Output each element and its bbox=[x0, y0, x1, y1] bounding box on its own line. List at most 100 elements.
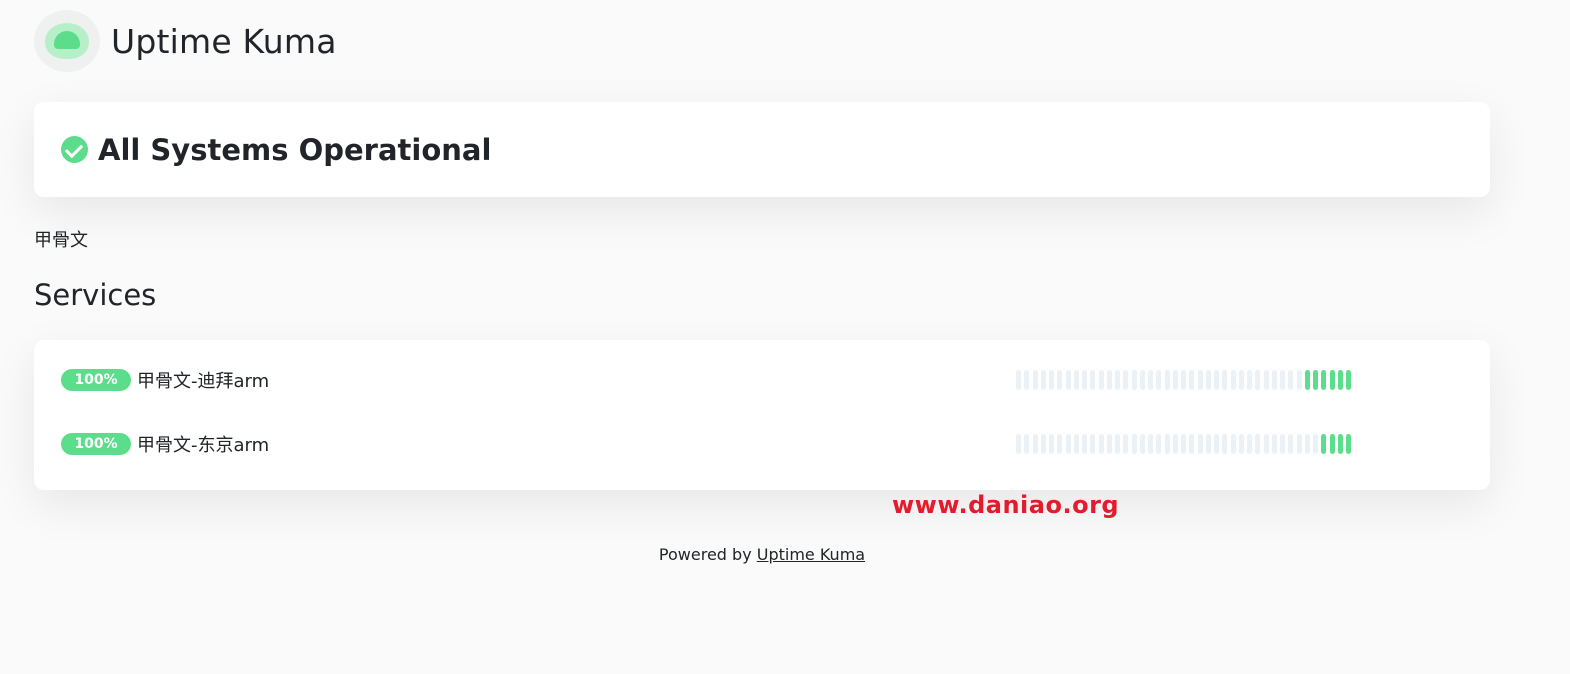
watermark-text: www.daniao.org bbox=[892, 491, 1120, 519]
heartbeat-up[interactable] bbox=[1313, 370, 1318, 390]
heartbeat-up[interactable] bbox=[1337, 434, 1343, 454]
services-section-title: Services bbox=[34, 278, 157, 312]
heartbeat-empty[interactable] bbox=[1016, 370, 1021, 390]
heartbeat-empty[interactable] bbox=[1271, 434, 1277, 454]
heartbeat-empty[interactable] bbox=[1288, 370, 1294, 390]
heartbeat-empty[interactable] bbox=[1280, 370, 1285, 390]
heartbeat-empty[interactable] bbox=[1131, 434, 1137, 454]
heartbeat-empty[interactable] bbox=[1205, 370, 1211, 390]
heartbeat-up[interactable] bbox=[1321, 434, 1327, 454]
heartbeat-empty[interactable] bbox=[1082, 370, 1087, 390]
heartbeat-up[interactable] bbox=[1337, 370, 1343, 390]
heartbeat-empty[interactable] bbox=[1090, 370, 1096, 390]
heartbeat-empty[interactable] bbox=[1040, 434, 1046, 454]
heartbeat-up[interactable] bbox=[1329, 370, 1335, 390]
heartbeat-empty[interactable] bbox=[1032, 370, 1038, 390]
overall-status-text: All Systems Operational bbox=[98, 132, 492, 167]
heartbeat-empty[interactable] bbox=[1073, 370, 1079, 390]
heartbeat-empty[interactable] bbox=[1280, 434, 1285, 454]
page-description: 甲骨文 bbox=[34, 230, 88, 251]
heartbeat-empty[interactable] bbox=[1172, 434, 1178, 454]
heartbeat-empty[interactable] bbox=[1131, 370, 1137, 390]
uptime-badge: 100% bbox=[61, 369, 131, 391]
monitor-row: 100% 甲骨文-东京arm bbox=[61, 431, 1461, 457]
check-circle-icon bbox=[61, 136, 88, 163]
heartbeat-empty[interactable] bbox=[1181, 434, 1186, 454]
heartbeat-empty[interactable] bbox=[1057, 434, 1063, 454]
heartbeat-empty[interactable] bbox=[1123, 434, 1129, 454]
heartbeat-empty[interactable] bbox=[1230, 434, 1236, 454]
monitor-name: 甲骨文-迪拜arm bbox=[137, 371, 270, 392]
heartbeat-empty[interactable] bbox=[1255, 434, 1261, 454]
heartbeat-empty[interactable] bbox=[1106, 370, 1112, 390]
heartbeat-empty[interactable] bbox=[1304, 434, 1310, 454]
heartbeat-empty[interactable] bbox=[1032, 434, 1038, 454]
heartbeat-empty[interactable] bbox=[1164, 434, 1170, 454]
heartbeat-empty[interactable] bbox=[1222, 370, 1228, 390]
heartbeat-empty[interactable] bbox=[1205, 434, 1211, 454]
heartbeat-empty[interactable] bbox=[1115, 434, 1120, 454]
heartbeat-empty[interactable] bbox=[1181, 370, 1186, 390]
heartbeat-empty[interactable] bbox=[1139, 370, 1145, 390]
heartbeat-empty[interactable] bbox=[1098, 434, 1104, 454]
heartbeat-up[interactable] bbox=[1329, 434, 1335, 454]
heartbeat-empty[interactable] bbox=[1238, 434, 1244, 454]
heartbeat-empty[interactable] bbox=[1049, 370, 1054, 390]
heartbeat-empty[interactable] bbox=[1073, 434, 1079, 454]
heartbeat-empty[interactable] bbox=[1263, 370, 1269, 390]
heartbeat-empty[interactable] bbox=[1189, 370, 1195, 390]
uptime-kuma-logo-icon[interactable] bbox=[34, 10, 100, 72]
footer-uptime-kuma-link[interactable]: Uptime Kuma bbox=[757, 545, 865, 564]
heartbeat-empty[interactable] bbox=[1255, 370, 1261, 390]
heartbeat-empty[interactable] bbox=[1230, 370, 1236, 390]
heartbeat-empty[interactable] bbox=[1238, 370, 1244, 390]
heartbeat-empty[interactable] bbox=[1098, 370, 1104, 390]
heartbeat-up[interactable] bbox=[1346, 370, 1351, 390]
heartbeat-up[interactable] bbox=[1346, 434, 1351, 454]
heartbeat-empty[interactable] bbox=[1049, 434, 1054, 454]
heartbeat-empty[interactable] bbox=[1065, 434, 1071, 454]
header: Uptime Kuma bbox=[34, 10, 337, 72]
heartbeat-empty[interactable] bbox=[1024, 370, 1030, 390]
heartbeat-empty[interactable] bbox=[1164, 370, 1170, 390]
heartbeat-empty[interactable] bbox=[1106, 434, 1112, 454]
app-title[interactable]: Uptime Kuma bbox=[111, 22, 337, 61]
heartbeat-empty[interactable] bbox=[1296, 370, 1302, 390]
heartbeat-empty[interactable] bbox=[1016, 434, 1021, 454]
heartbeat-empty[interactable] bbox=[1123, 370, 1129, 390]
heartbeat-empty[interactable] bbox=[1197, 370, 1203, 390]
heartbeat-empty[interactable] bbox=[1065, 370, 1071, 390]
heartbeat-empty[interactable] bbox=[1247, 370, 1252, 390]
heartbeat-empty[interactable] bbox=[1082, 434, 1087, 454]
heartbeat-empty[interactable] bbox=[1189, 434, 1195, 454]
heartbeat-up[interactable] bbox=[1304, 370, 1310, 390]
heartbeat-empty[interactable] bbox=[1172, 370, 1178, 390]
heartbeat-empty[interactable] bbox=[1247, 434, 1252, 454]
heartbeat-empty[interactable] bbox=[1115, 370, 1120, 390]
heartbeat-bar bbox=[1016, 434, 1351, 454]
monitor-row: 100% 甲骨文-迪拜arm bbox=[61, 367, 1461, 393]
heartbeat-empty[interactable] bbox=[1197, 434, 1203, 454]
heartbeat-empty[interactable] bbox=[1040, 370, 1046, 390]
heartbeat-empty[interactable] bbox=[1156, 434, 1162, 454]
heartbeat-empty[interactable] bbox=[1024, 434, 1030, 454]
heartbeat-empty[interactable] bbox=[1296, 434, 1302, 454]
heartbeat-empty[interactable] bbox=[1263, 434, 1269, 454]
services-list-card: 100% 甲骨文-迪拜arm 100% 甲骨文-东京arm bbox=[34, 340, 1490, 490]
heartbeat-empty[interactable] bbox=[1148, 434, 1153, 454]
heartbeat-empty[interactable] bbox=[1214, 434, 1219, 454]
heartbeat-empty[interactable] bbox=[1148, 370, 1153, 390]
heartbeat-empty[interactable] bbox=[1214, 370, 1219, 390]
monitor-name: 甲骨文-东京arm bbox=[137, 435, 270, 456]
heartbeat-up[interactable] bbox=[1321, 370, 1327, 390]
heartbeat-empty[interactable] bbox=[1090, 434, 1096, 454]
heartbeat-bar bbox=[1016, 370, 1351, 390]
footer-prefix: Powered by bbox=[658, 545, 757, 564]
heartbeat-empty[interactable] bbox=[1222, 434, 1228, 454]
heartbeat-empty[interactable] bbox=[1139, 434, 1145, 454]
heartbeat-empty[interactable] bbox=[1271, 370, 1277, 390]
heartbeat-empty[interactable] bbox=[1313, 434, 1318, 454]
heartbeat-empty[interactable] bbox=[1156, 370, 1162, 390]
heartbeat-empty[interactable] bbox=[1057, 370, 1063, 390]
heartbeat-empty[interactable] bbox=[1288, 434, 1294, 454]
